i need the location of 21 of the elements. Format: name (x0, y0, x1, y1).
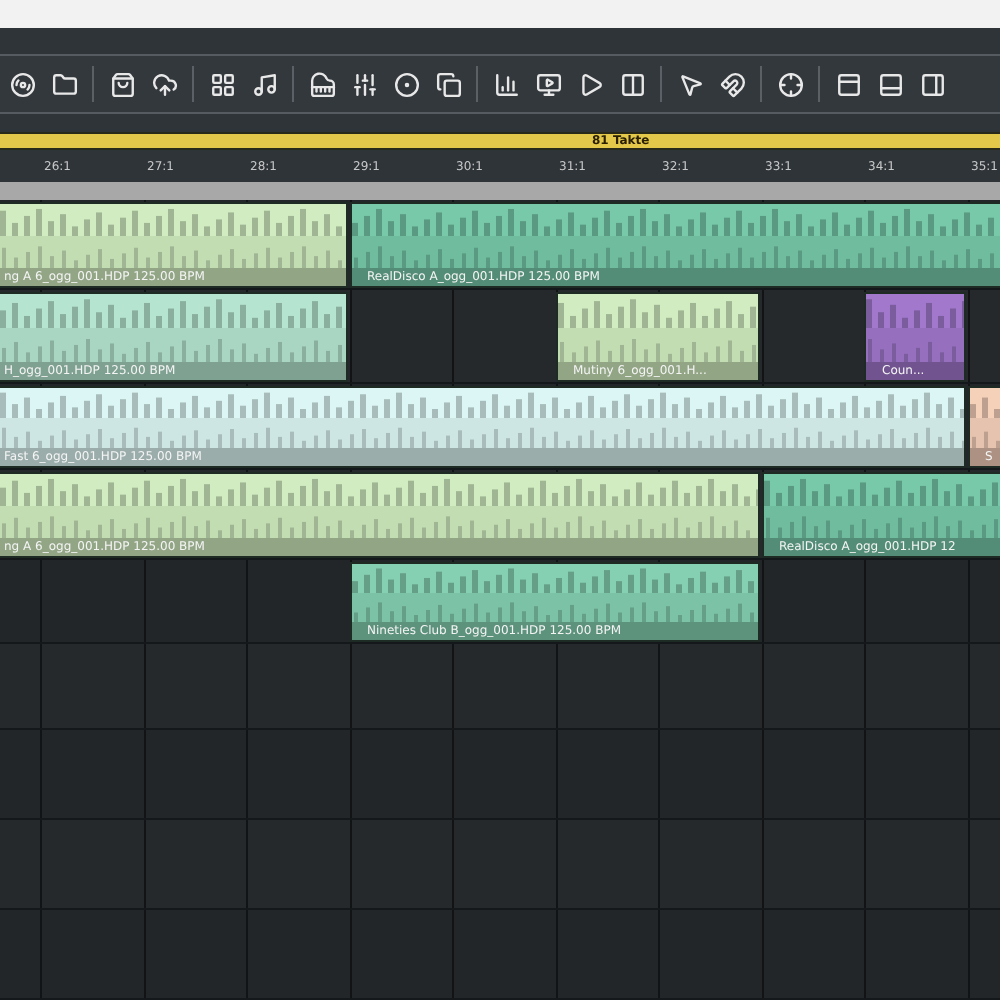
crosshair-icon[interactable] (776, 70, 804, 99)
monitor-icon[interactable] (534, 70, 562, 99)
folder-icon[interactable] (50, 70, 78, 99)
magnet-icon[interactable] (718, 70, 746, 99)
copy-icon[interactable] (434, 70, 462, 99)
panel-right-icon[interactable] (918, 70, 946, 99)
disc-icon[interactable] (8, 70, 36, 99)
mixer-icon[interactable] (350, 70, 378, 99)
piano-icon[interactable] (308, 70, 336, 99)
cloud-upload-icon[interactable] (150, 70, 178, 99)
fx-icon[interactable] (392, 70, 420, 99)
music-note-icon[interactable] (250, 70, 278, 99)
pointer-icon[interactable] (676, 70, 704, 99)
grid-icon[interactable] (208, 70, 236, 99)
panel-top-icon[interactable] (834, 70, 862, 99)
split-icon[interactable] (618, 70, 646, 99)
waveform-drawing (866, 293, 963, 362)
level-meter-icon[interactable] (492, 70, 520, 99)
play-icon[interactable] (576, 70, 604, 99)
panel-bottom-icon[interactable] (876, 70, 904, 99)
shopping-bag-icon[interactable] (108, 70, 136, 99)
